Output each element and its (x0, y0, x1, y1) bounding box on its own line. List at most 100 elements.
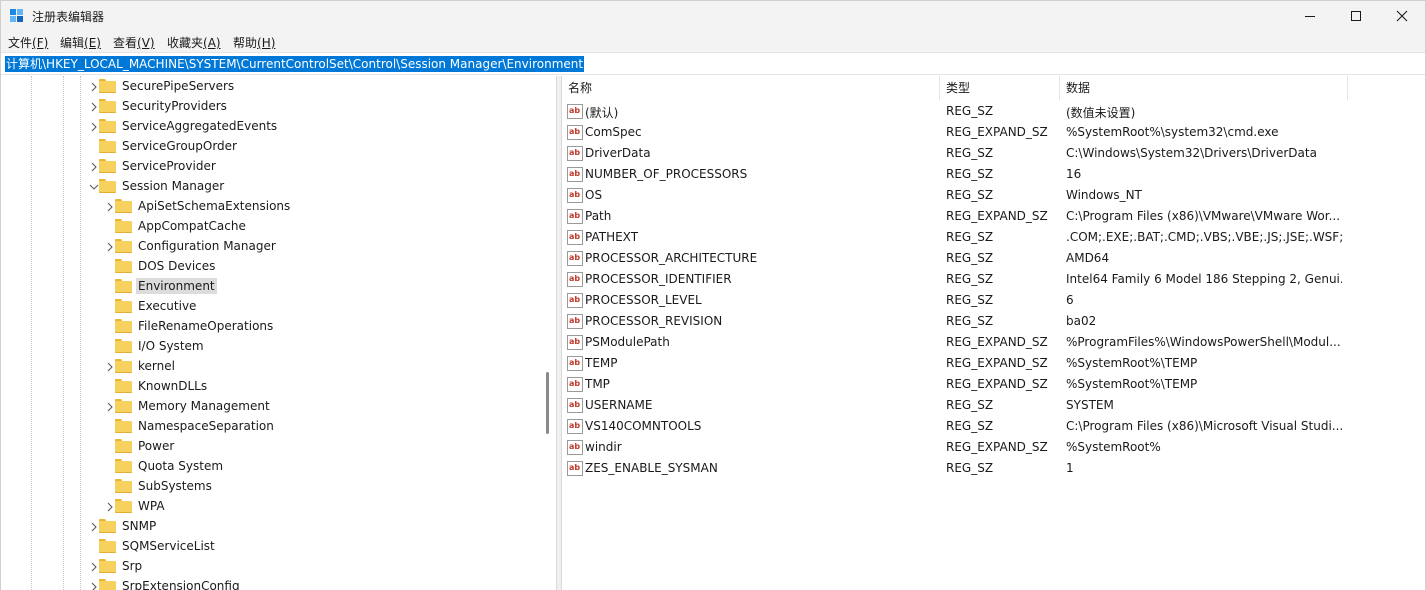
value-data: Windows_NT (1066, 188, 1142, 202)
chevron-right-icon[interactable] (105, 361, 115, 372)
tree-item-label: NamespaceSeparation (138, 419, 274, 433)
chevron-right-icon[interactable] (89, 581, 99, 590)
value-name: Path (585, 209, 612, 223)
value-type: REG_EXPAND_SZ (946, 209, 1048, 223)
chevron-right-icon[interactable] (105, 201, 115, 212)
value-data: C:\Windows\System32\Drivers\DriverData (1066, 146, 1317, 160)
value-name: TEMP (585, 356, 618, 370)
string-value-icon: ab (567, 314, 583, 329)
menu-item-accelerator: (V) (137, 36, 155, 50)
window-title: 注册表编辑器 (32, 10, 105, 24)
tree-item-label: SubSystems (138, 479, 212, 493)
value-row[interactable]: ab PROCESSOR_REVISION REG_SZ ba02 (562, 311, 1425, 332)
value-row[interactable]: ab PROCESSOR_IDENTIFIER REG_SZ Intel64 Fami… (562, 269, 1425, 290)
string-value-icon: ab (567, 398, 583, 413)
chevron-right-icon[interactable] (89, 161, 99, 172)
menu-item-0[interactable]: 文件(F) (8, 34, 48, 51)
chevron-right-icon[interactable] (89, 521, 99, 532)
value-row[interactable]: ab PROCESSOR_LEVEL REG_SZ 6 (562, 290, 1425, 311)
value-data: Intel64 Family 6 Model 186 Stepping 2, G… (1066, 272, 1342, 286)
close-icon (1396, 10, 1408, 22)
value-data: C:\Program Files (x86)\Microsoft Visual … (1066, 419, 1342, 433)
value-type: REG_SZ (946, 230, 994, 244)
string-value-icon: ab (567, 209, 583, 224)
tree-scrollbar[interactable] (539, 76, 556, 590)
chevron-right-icon[interactable] (105, 241, 115, 252)
folder-icon (99, 539, 116, 553)
value-row[interactable]: ab DriverData REG_SZ C:\Windows\System32\Dr… (562, 143, 1425, 164)
key-tree[interactable]: SecurePipeServers SecurityProviders Servic… (1, 76, 556, 590)
value-data: ba02 (1066, 314, 1097, 328)
chevron-right-icon[interactable] (105, 501, 115, 512)
column-header-type[interactable]: 类型 (940, 76, 1060, 100)
chevron-right-icon[interactable] (105, 401, 115, 412)
value-data: %SystemRoot%\system32\cmd.exe (1066, 125, 1279, 139)
folder-icon (115, 459, 132, 473)
menu-item-label: 编辑 (60, 36, 85, 50)
tree-item-label: SecurityProviders (122, 99, 227, 113)
chevron-right-icon[interactable] (89, 121, 99, 132)
value-data: AMD64 (1066, 251, 1110, 265)
folder-icon (99, 119, 116, 133)
chevron-right-icon[interactable] (89, 101, 99, 112)
value-data: 1 (1066, 461, 1074, 475)
value-type: REG_SZ (946, 314, 994, 328)
maximize-button[interactable] (1333, 1, 1379, 31)
value-row[interactable]: ab NUMBER_OF_PROCESSORS REG_SZ 16 (562, 164, 1425, 185)
address-bar[interactable]: 计算机\HKEY_LOCAL_MACHINE\SYSTEM\CurrentCon… (1, 52, 1425, 75)
tree-item-label: FileRenameOperations (138, 319, 274, 333)
value-name: OS (585, 188, 603, 202)
value-row[interactable]: ab PATHEXT REG_SZ .COM;.EXE;.BAT;.CMD;.VBS;… (562, 227, 1425, 248)
menu-item-label: 文件 (8, 36, 33, 50)
value-data: %SystemRoot%\TEMP (1066, 356, 1198, 370)
value-name: PROCESSOR_ARCHITECTURE (585, 251, 758, 265)
address-path[interactable]: 计算机\HKEY_LOCAL_MACHINE\SYSTEM\CurrentCon… (5, 56, 585, 72)
close-button[interactable] (1379, 1, 1425, 31)
folder-icon (99, 79, 116, 93)
folder-icon (115, 199, 132, 213)
value-row[interactable]: ab TMP REG_EXPAND_SZ %SystemRoot%\TEMP (562, 374, 1425, 395)
string-value-icon: ab (567, 377, 583, 392)
value-row[interactable]: ab Path REG_EXPAND_SZ C:\Program Files (x86… (562, 206, 1425, 227)
value-row[interactable]: ab windir REG_EXPAND_SZ %SystemRoot% (562, 437, 1425, 458)
value-list[interactable]: 名称 类型 数据 ab (默认) REG_SZ (数值未设置) ab ComSpec REG… (562, 76, 1425, 590)
value-name: VS140COMNTOOLS (585, 419, 702, 433)
value-row[interactable]: ab OS REG_SZ Windows_NT (562, 185, 1425, 206)
string-value-icon: ab (567, 440, 583, 455)
string-value-icon: ab (567, 104, 583, 119)
value-row[interactable]: ab ZES_ENABLE_SYSMAN REG_SZ 1 (562, 458, 1425, 479)
chevron-right-icon[interactable] (89, 81, 99, 92)
value-type: REG_SZ (946, 272, 994, 286)
title-bar: 注册表编辑器 (1, 1, 1425, 31)
tree-scrollbar-thumb[interactable] (546, 372, 549, 434)
menu-item-1[interactable]: 编辑(E) (60, 34, 101, 51)
minimize-button[interactable] (1287, 1, 1333, 31)
value-row[interactable]: ab PSModulePath REG_EXPAND_SZ %ProgramFiles… (562, 332, 1425, 353)
string-value-icon: ab (567, 356, 583, 371)
value-data: (数值未设置) (1066, 106, 1136, 120)
menu-item-accelerator: (A) (203, 36, 221, 50)
value-row[interactable]: ab USERNAME REG_SZ SYSTEM (562, 395, 1425, 416)
value-type: REG_SZ (946, 398, 994, 412)
string-value-icon: ab (567, 419, 583, 434)
tree-guide-line (80, 76, 81, 590)
chevron-down-icon[interactable] (89, 181, 99, 191)
value-row[interactable]: ab TEMP REG_EXPAND_SZ %SystemRoot%\TEMP (562, 353, 1425, 374)
menu-item-accelerator: (E) (84, 36, 101, 50)
value-row[interactable]: ab PROCESSOR_ARCHITECTURE REG_SZ AMD64 (562, 248, 1425, 269)
menu-item-4[interactable]: 帮助(H) (233, 34, 275, 51)
tree-item-label: Executive (138, 299, 197, 313)
value-row[interactable]: ab ComSpec REG_EXPAND_SZ %SystemRoot%\syste… (562, 122, 1425, 143)
folder-icon (115, 279, 132, 293)
column-header-data[interactable]: 数据 (1060, 76, 1348, 100)
value-name: ComSpec (585, 125, 642, 139)
value-row[interactable]: ab (默认) REG_SZ (数值未设置) (562, 101, 1425, 122)
value-type: REG_SZ (946, 419, 994, 433)
menu-item-2[interactable]: 查看(V) (113, 34, 155, 51)
chevron-right-icon[interactable] (89, 561, 99, 572)
tree-guide-line (31, 76, 32, 590)
folder-icon (115, 479, 132, 493)
value-row[interactable]: ab VS140COMNTOOLS REG_SZ C:\Program Files (… (562, 416, 1425, 437)
menu-item-3[interactable]: 收藏夹(A) (167, 34, 221, 51)
column-header-name[interactable]: 名称 (562, 76, 940, 100)
